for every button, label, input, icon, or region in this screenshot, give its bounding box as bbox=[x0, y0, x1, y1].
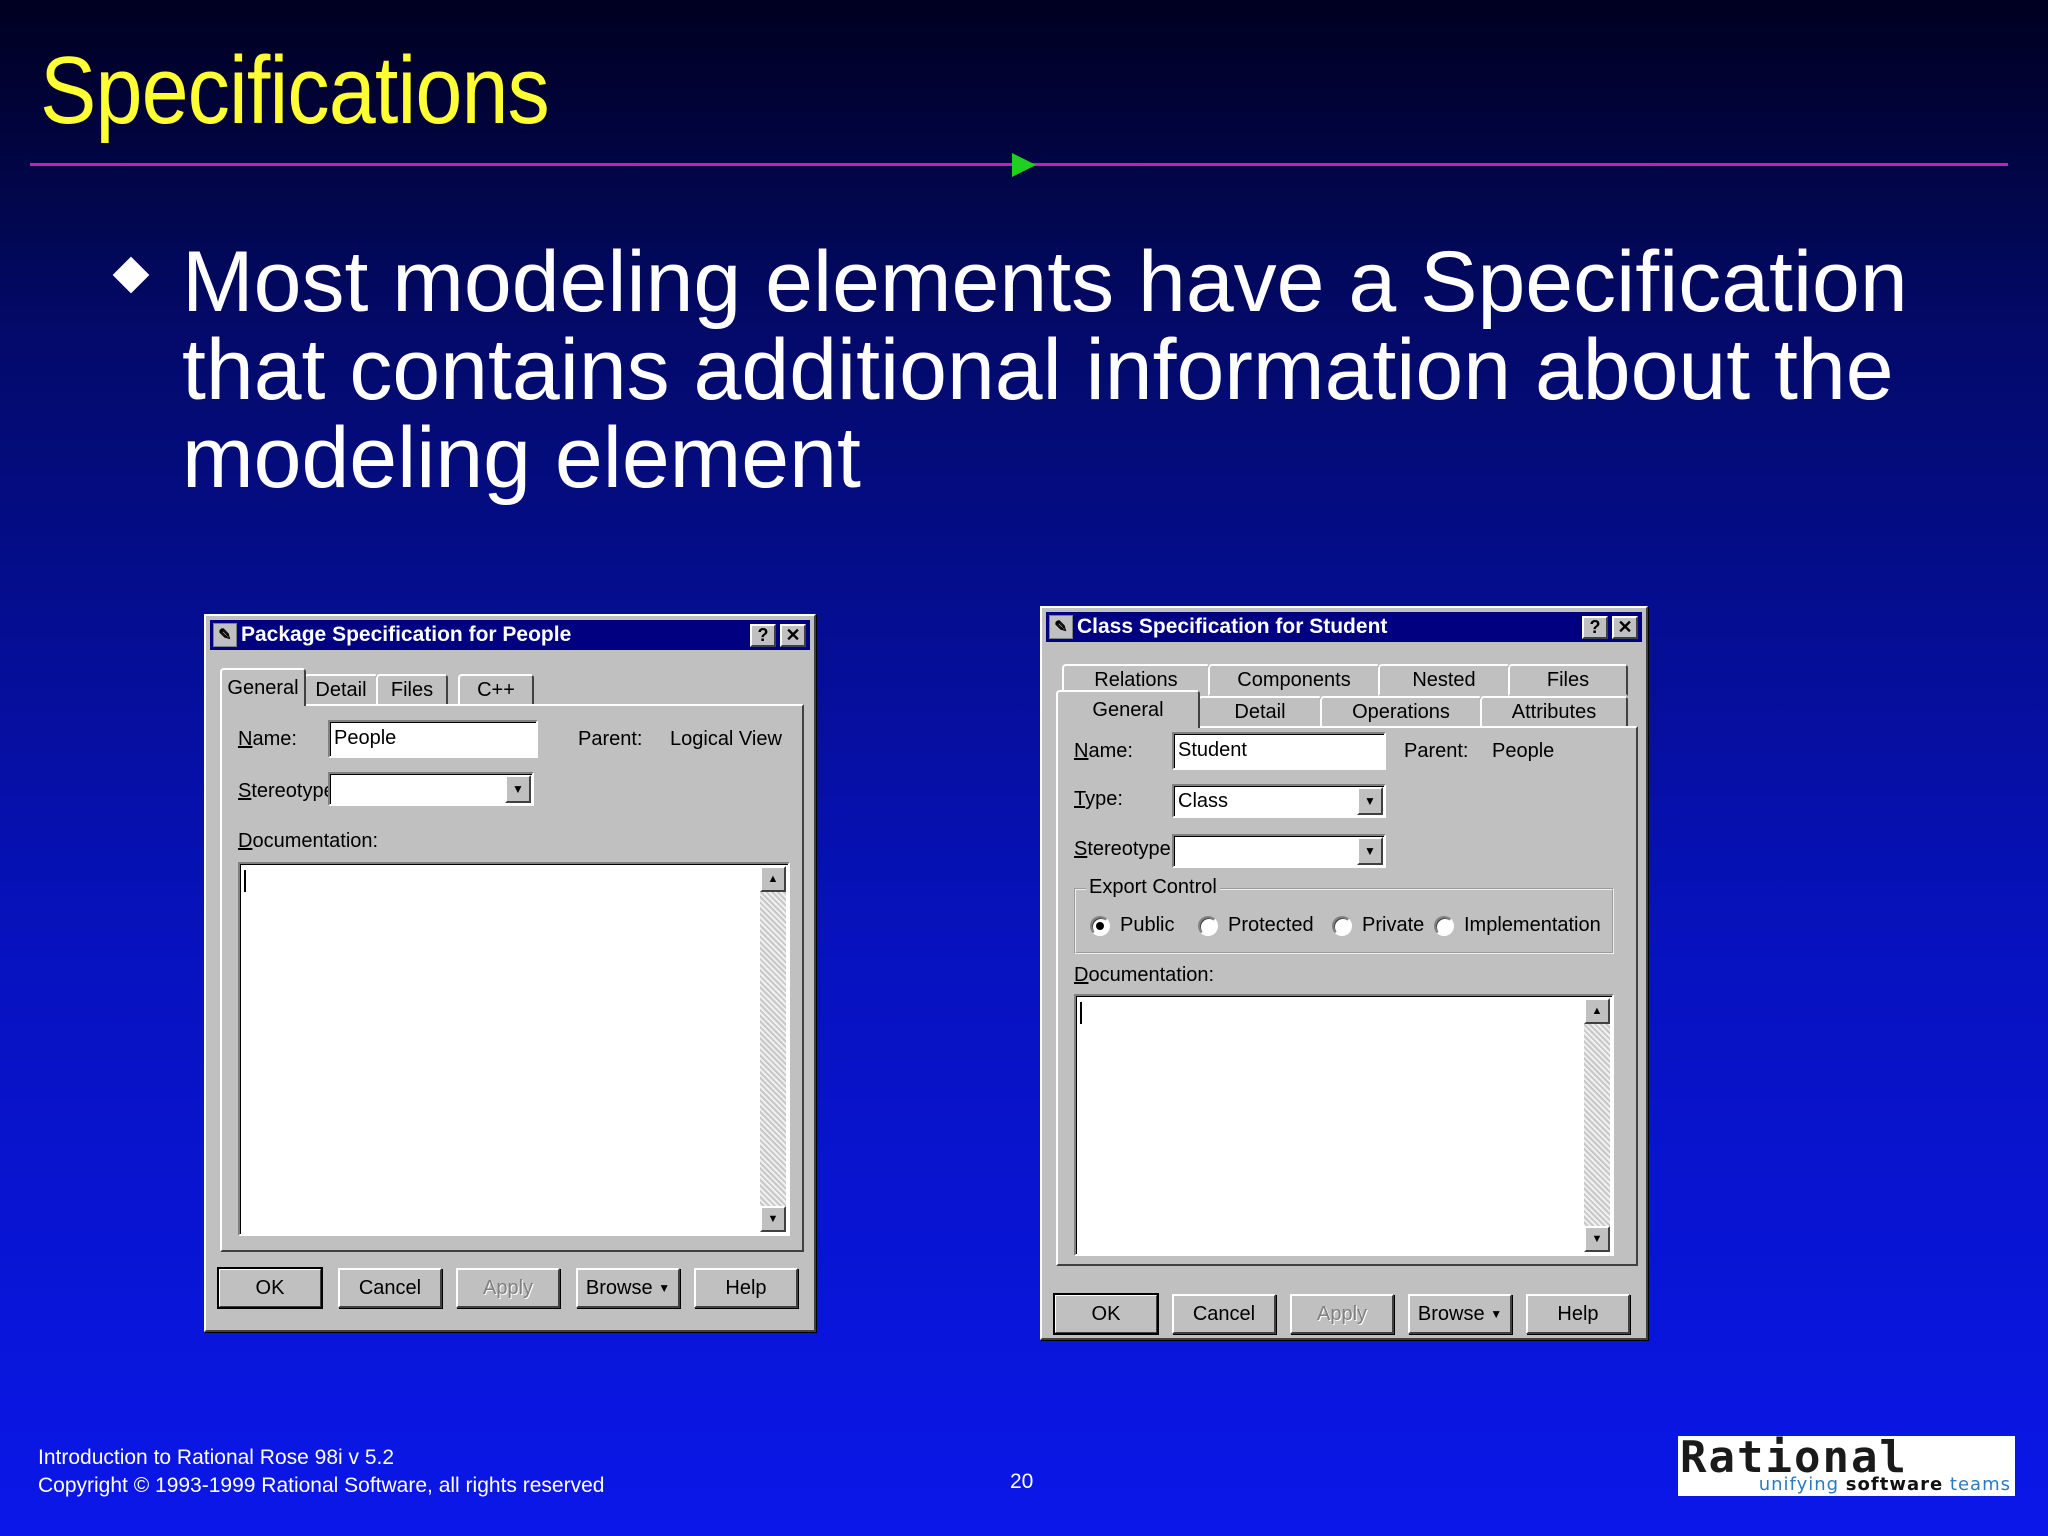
apply-button[interactable]: Apply bbox=[456, 1268, 560, 1308]
radio-public[interactable]: Public bbox=[1090, 914, 1174, 937]
dropdown-arrow-icon: ▼ bbox=[658, 1281, 671, 1295]
export-control-label: Export Control bbox=[1086, 876, 1220, 899]
tab-general[interactable]: General bbox=[220, 668, 306, 706]
dialog-title: Class Specification for Student bbox=[1077, 615, 1388, 638]
stereotype-label: Stereotype: bbox=[238, 780, 341, 802]
rational-logo: Rational unifying software teams bbox=[1678, 1432, 2015, 1496]
text-caret bbox=[1080, 1002, 1082, 1024]
parent-value: Logical View bbox=[670, 728, 782, 750]
name-field[interactable]: People bbox=[328, 720, 538, 758]
scroll-down-icon[interactable]: ▼ bbox=[1584, 1226, 1610, 1252]
help-icon[interactable]: ? bbox=[750, 623, 776, 647]
documentation-label: Documentation: bbox=[238, 830, 379, 852]
parent-label: Parent: bbox=[1404, 740, 1469, 762]
apply-button[interactable]: Apply bbox=[1290, 1294, 1394, 1334]
arrow-icon bbox=[1012, 153, 1036, 177]
export-control-group: Export Control Public Protected Private … bbox=[1074, 876, 1614, 954]
radio-icon bbox=[1434, 915, 1454, 936]
radio-implementation[interactable]: Implementation bbox=[1434, 914, 1601, 937]
dropdown-arrow-icon: ▼ bbox=[1490, 1307, 1503, 1321]
ok-button[interactable]: OK bbox=[217, 1267, 323, 1309]
package-specification-dialog: ✎ Package Specification for People ? ✕ G… bbox=[204, 614, 816, 1332]
scroll-up-icon[interactable]: ▲ bbox=[1584, 998, 1610, 1024]
general-tab-panel: Name: People Parent: Logical View Stereo… bbox=[220, 704, 804, 1252]
bullet-text: Most modeling elements have a Specificat… bbox=[182, 234, 1908, 506]
browse-button[interactable]: Browse ▼ bbox=[1408, 1294, 1512, 1334]
tab-general[interactable]: General bbox=[1056, 690, 1200, 728]
type-select[interactable]: Class ▼ bbox=[1172, 784, 1386, 818]
page-number: 20 bbox=[1010, 1470, 1034, 1493]
name-label: Name: bbox=[238, 728, 297, 750]
window-icon: ✎ bbox=[213, 623, 237, 647]
name-label: Name: bbox=[1074, 740, 1133, 762]
ok-button[interactable]: OK bbox=[1053, 1293, 1159, 1335]
close-icon[interactable]: ✕ bbox=[780, 623, 806, 647]
radio-icon bbox=[1332, 915, 1352, 936]
type-label: Type: bbox=[1074, 788, 1123, 810]
tab-components[interactable]: Components bbox=[1208, 664, 1380, 696]
radio-protected[interactable]: Protected bbox=[1198, 914, 1314, 937]
diamond-bullet-icon bbox=[112, 256, 150, 294]
tab-attributes[interactable]: Attributes bbox=[1480, 696, 1628, 728]
vertical-scrollbar[interactable]: ▲ ▼ bbox=[1584, 998, 1610, 1252]
tab-nested[interactable]: Nested bbox=[1378, 664, 1510, 696]
dialog-titlebar[interactable]: ✎ Package Specification for People ? ✕ bbox=[210, 620, 810, 650]
scroll-down-icon[interactable]: ▼ bbox=[760, 1206, 786, 1232]
slide-title: Specifications bbox=[40, 37, 550, 144]
footer-copyright: Copyright © 1993-1999 Rational Software,… bbox=[38, 1474, 605, 1497]
help-icon[interactable]: ? bbox=[1582, 615, 1608, 639]
tab-files[interactable]: Files bbox=[376, 674, 448, 706]
stereotype-select[interactable]: ▼ bbox=[328, 772, 534, 806]
general-tab-panel: Name: Student Parent: People Type: Class… bbox=[1056, 726, 1638, 1266]
help-button[interactable]: Help bbox=[694, 1268, 798, 1308]
dialog-title: Package Specification for People bbox=[241, 623, 572, 646]
parent-label: Parent: bbox=[578, 728, 643, 750]
tab-operations[interactable]: Operations bbox=[1320, 696, 1482, 728]
tab-detail[interactable]: Detail bbox=[1198, 696, 1322, 728]
text-caret bbox=[244, 870, 246, 892]
name-field[interactable]: Student bbox=[1172, 732, 1386, 770]
chevron-down-icon[interactable]: ▼ bbox=[1357, 837, 1383, 865]
window-icon: ✎ bbox=[1049, 615, 1073, 639]
browse-button[interactable]: Browse ▼ bbox=[576, 1268, 680, 1308]
radio-checked-icon bbox=[1090, 915, 1110, 936]
documentation-textarea[interactable]: ▲ ▼ bbox=[238, 862, 790, 1236]
scroll-up-icon[interactable]: ▲ bbox=[760, 866, 786, 892]
cancel-button[interactable]: Cancel bbox=[1172, 1294, 1276, 1334]
chevron-down-icon[interactable]: ▼ bbox=[1357, 787, 1383, 815]
radio-private[interactable]: Private bbox=[1332, 914, 1424, 937]
cancel-button[interactable]: Cancel bbox=[338, 1268, 442, 1308]
documentation-label: Documentation: bbox=[1074, 964, 1215, 986]
help-button[interactable]: Help bbox=[1526, 1294, 1630, 1334]
stereotype-select[interactable]: ▼ bbox=[1172, 834, 1386, 868]
tab-detail[interactable]: Detail bbox=[304, 674, 378, 706]
documentation-textarea[interactable]: ▲ ▼ bbox=[1074, 994, 1614, 1256]
footer-course-title: Introduction to Rational Rose 98i v 5.2 bbox=[38, 1446, 395, 1469]
class-specification-dialog: ✎ Class Specification for Student ? ✕ Re… bbox=[1040, 606, 1648, 1340]
chevron-down-icon[interactable]: ▼ bbox=[505, 775, 531, 803]
radio-icon bbox=[1198, 915, 1218, 936]
tab-files[interactable]: Files bbox=[1508, 664, 1628, 696]
stereotype-label: Stereotype: bbox=[1074, 838, 1177, 860]
dialog-titlebar[interactable]: ✎ Class Specification for Student ? ✕ bbox=[1046, 612, 1642, 642]
vertical-scrollbar[interactable]: ▲ ▼ bbox=[760, 866, 786, 1232]
close-icon[interactable]: ✕ bbox=[1612, 615, 1638, 639]
logo-tagline: unifying software teams bbox=[1758, 1474, 2011, 1495]
parent-value: People bbox=[1492, 740, 1555, 762]
tab-cpp[interactable]: C++ bbox=[458, 674, 534, 706]
